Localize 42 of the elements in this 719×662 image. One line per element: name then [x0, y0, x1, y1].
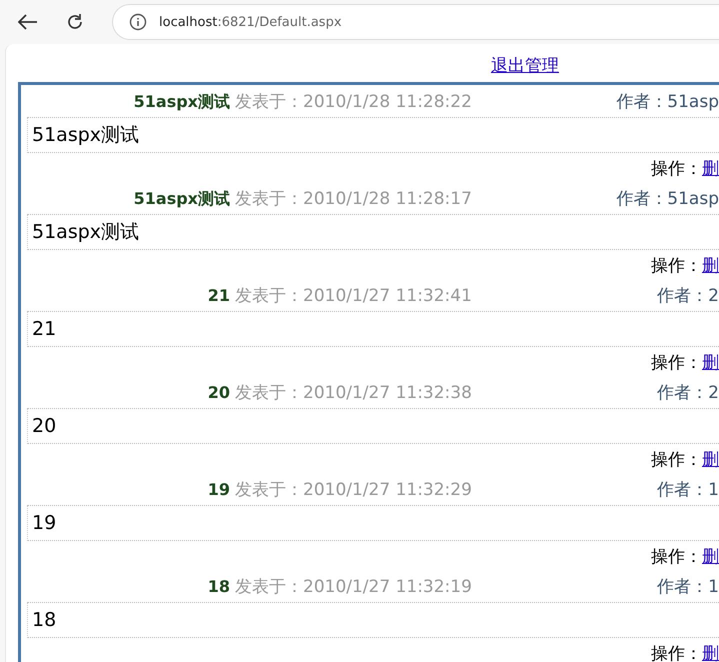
back-icon[interactable] — [18, 14, 38, 30]
post-date: 发表于：2010/1/27 11:32:41 — [235, 284, 472, 306]
post-title: 18 — [206, 576, 230, 596]
post-author: 作者：2 — [657, 382, 719, 404]
delete-link[interactable]: 删 — [702, 544, 719, 568]
delete-link[interactable]: 删 — [702, 448, 719, 470]
post-body: 51aspx测试 — [27, 118, 719, 153]
post-author: 作者：2 — [657, 284, 719, 306]
post-date: 发表于：2010/1/27 11:32:38 — [235, 382, 472, 404]
post-author: 作者：51asp — [616, 90, 719, 112]
reload-icon[interactable] — [66, 13, 84, 31]
operation-label: 操作： — [651, 254, 702, 276]
delete-link[interactable]: 删 — [702, 254, 719, 276]
post-title: 21 — [206, 286, 230, 304]
operation-label: 操作： — [651, 158, 702, 180]
address-bar[interactable]: localhost:6821/Default.aspx — [112, 4, 719, 40]
post-title: 19 — [206, 480, 230, 498]
post-date: 发表于：2010/1/28 11:28:22 — [235, 90, 472, 112]
operation-label: 操作： — [651, 352, 702, 374]
operation-label: 操作： — [651, 642, 702, 662]
operation-label: 操作： — [651, 546, 702, 568]
post-author: 作者：1 — [657, 478, 719, 500]
delete-link[interactable]: 删 — [702, 156, 719, 180]
post-body: 21 — [27, 312, 719, 347]
post-date: 发表于：2010/1/28 11:28:17 — [235, 188, 472, 210]
info-icon[interactable] — [129, 13, 147, 31]
post-body: 18 — [27, 603, 719, 638]
post-title: 51aspx测试 — [132, 188, 230, 210]
operation-label: 操作： — [651, 448, 702, 470]
delete-link[interactable]: 删 — [702, 350, 719, 374]
logout-link[interactable]: 退出管理 — [491, 56, 559, 76]
delete-link[interactable]: 删 — [702, 642, 719, 662]
post-body: 20 — [27, 409, 719, 444]
post-author: 作者：51asp — [616, 188, 719, 210]
post-author: 作者：1 — [657, 576, 719, 598]
post-date: 发表于：2010/1/27 11:32:29 — [235, 478, 472, 500]
url-text: localhost:6821/Default.aspx — [159, 14, 342, 30]
post-title: 51aspx测试 — [132, 92, 230, 112]
post-body: 51aspx测试 — [27, 215, 719, 250]
post-body: 19 — [27, 506, 719, 541]
post-title: 20 — [206, 382, 230, 402]
post-date: 发表于：2010/1/27 11:32:19 — [235, 576, 472, 598]
